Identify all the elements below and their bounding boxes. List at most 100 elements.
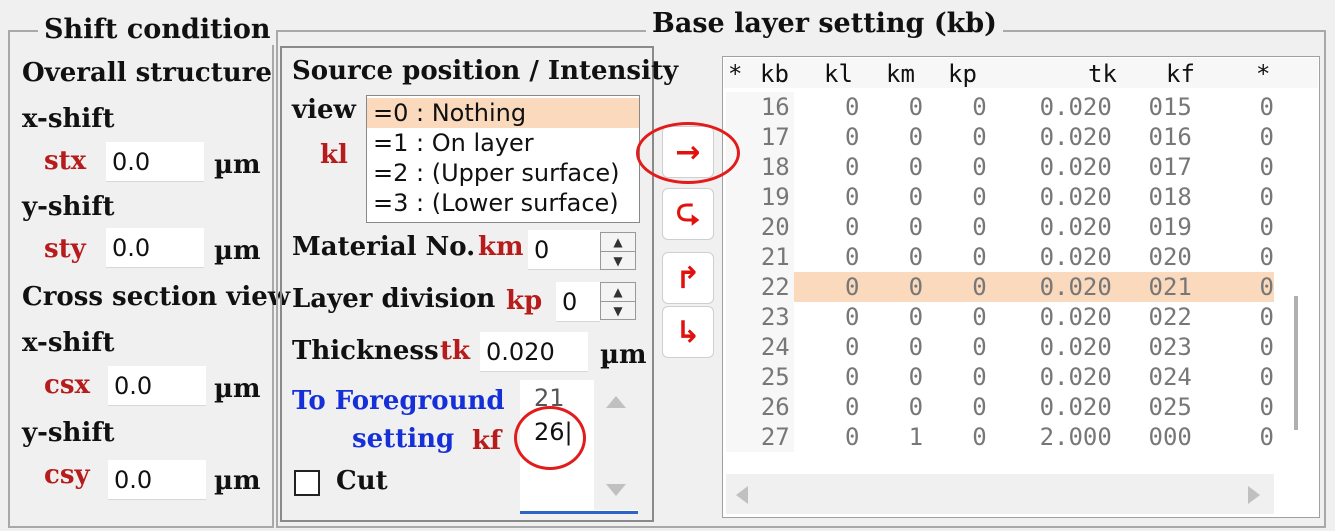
kf-scrollbar[interactable]: [594, 380, 638, 510]
kp-spinner[interactable]: ▲ ▼: [600, 282, 636, 320]
sty-input[interactable]: 0.0: [106, 228, 204, 268]
cell-flag: 0: [1259, 393, 1274, 421]
cell-kf: 019: [1148, 213, 1192, 241]
column-header[interactable]: *: [1256, 60, 1270, 88]
csy-input[interactable]: 0.0: [108, 460, 206, 500]
table-row[interactable]: 16 0 0 0 0.020 015 0: [726, 92, 1274, 122]
stx-input[interactable]: 0.0: [106, 142, 204, 182]
csx-input[interactable]: 0.0: [108, 366, 206, 406]
cell-kb: 17: [726, 122, 794, 152]
column-header[interactable]: tk: [1088, 60, 1117, 88]
cell-kp: 0: [972, 393, 987, 421]
table-row[interactable]: 18 0 0 0 0.020 017 0: [726, 152, 1274, 182]
km-spinner[interactable]: ▲ ▼: [600, 232, 636, 270]
cell-kp: 0: [972, 303, 987, 331]
cell-flag: 0: [1259, 123, 1274, 151]
cell-tk: 0.020: [1039, 243, 1112, 271]
column-header[interactable]: kl: [824, 60, 853, 88]
cell-kb: 24: [726, 332, 794, 362]
cell-km: 0: [908, 303, 924, 331]
cell-kb: 19: [726, 182, 794, 212]
cell-kf: 022: [1148, 303, 1192, 331]
spin-up-icon[interactable]: ▲: [601, 283, 635, 302]
cell-km: 0: [908, 333, 924, 361]
spin-down-icon[interactable]: ▼: [601, 252, 635, 270]
sty-unit: µm: [214, 236, 261, 266]
cell-kf: 023: [1148, 333, 1192, 361]
cell-tk: 0.020: [1039, 303, 1112, 331]
column-header[interactable]: kf: [1166, 60, 1195, 88]
scroll-left-icon[interactable]: [736, 486, 748, 504]
cell-flag: 0: [1259, 273, 1274, 301]
apply-arrow-button[interactable]: →: [662, 126, 714, 178]
table-row[interactable]: 20 0 0 0 0.020 019 0: [726, 212, 1274, 242]
column-header[interactable]: *: [728, 60, 742, 88]
table-row[interactable]: 17 0 0 0 0.020 016 0: [726, 122, 1274, 152]
kf-textarea[interactable]: 21 26|: [520, 380, 638, 514]
cell-km: 1: [908, 423, 924, 451]
cell-kf: 015: [1148, 93, 1192, 121]
return-button[interactable]: ⮎: [662, 188, 714, 240]
table-row[interactable]: 21 0 0 0 0.020 020 0: [726, 242, 1274, 272]
cross-section-heading: Cross section view: [22, 282, 291, 312]
table-row[interactable]: 26 0 0 0 0.020 025 0: [726, 392, 1274, 422]
source-title: Source position / Intensity: [292, 56, 679, 86]
cell-kp: 0: [972, 273, 987, 301]
cell-tk: 2.000: [1039, 423, 1112, 451]
cell-kp: 0: [972, 333, 987, 361]
table-hscroll[interactable]: [726, 474, 1274, 514]
spin-down-icon[interactable]: ▼: [601, 302, 635, 320]
csy-unit: µm: [214, 466, 261, 496]
table-row[interactable]: 22 0 0 0 0.020 021 0: [726, 272, 1274, 302]
view-option[interactable]: =0 : Nothing: [367, 98, 639, 128]
cell-tk: 0.020: [1039, 153, 1112, 181]
tk-input[interactable]: 0.020: [480, 332, 588, 372]
foreground-label-2: setting: [352, 424, 455, 454]
cell-kl: 0: [844, 273, 860, 301]
column-header[interactable]: kb: [760, 60, 789, 88]
scroll-up-icon[interactable]: [606, 396, 626, 408]
view-option[interactable]: =2 : (Upper surface): [367, 158, 639, 188]
cell-kl: 0: [844, 243, 860, 271]
cell-tk: 0.020: [1039, 123, 1112, 151]
cell-flag: 0: [1259, 423, 1274, 451]
spin-up-icon[interactable]: ▲: [601, 233, 635, 252]
cell-km: 0: [908, 243, 924, 271]
column-header[interactable]: km: [886, 60, 915, 88]
view-option[interactable]: =3 : (Lower surface): [367, 188, 639, 218]
base-layer-title: Base layer setting (kb): [646, 8, 1003, 39]
scroll-down-icon[interactable]: [606, 484, 626, 496]
cell-kp: 0: [972, 183, 987, 211]
km-input[interactable]: 0: [528, 230, 600, 270]
column-header[interactable]: kp: [948, 60, 977, 88]
table-body[interactable]: 16 0 0 0 0.020 015 0 17 0 0 0 0.020 016 0 18 0 0 0 0.020 01…: [726, 92, 1274, 452]
table-row[interactable]: 19 0 0 0 0.020 018 0: [726, 182, 1274, 212]
table-vscroll-thumb[interactable]: [1294, 296, 1298, 430]
foreground-label: To Foreground: [292, 386, 505, 416]
x-shift-label: x-shift: [22, 104, 115, 134]
cell-kf: 024: [1148, 363, 1192, 391]
x-shift-cs-label: x-shift: [22, 328, 115, 358]
layer-grid[interactable]: 16 0 0 0 0.020 015 0 17 0 0 0 0.020 016 0 18 0 0 0 0.020 01…: [726, 92, 1274, 452]
cut-checkbox[interactable]: [294, 470, 320, 496]
view-option[interactable]: =1 : On layer: [367, 128, 639, 158]
cell-kp: 0: [972, 93, 987, 121]
table-header: [724, 58, 1318, 88]
view-listbox[interactable]: =0 : Nothing =1 : On layer =2 : (Upper s…: [366, 95, 640, 223]
scroll-right-icon[interactable]: [1248, 486, 1260, 504]
table-row[interactable]: 24 0 0 0 0.020 023 0: [726, 332, 1274, 362]
cell-kb: 18: [726, 152, 794, 182]
cell-kf: 018: [1148, 183, 1192, 211]
cell-kb: 16: [726, 92, 794, 122]
cell-kl: 0: [844, 213, 860, 241]
kp-label: kp: [506, 286, 543, 316]
cell-kl: 0: [844, 363, 860, 391]
cell-km: 0: [908, 123, 924, 151]
kp-input[interactable]: 0: [556, 282, 600, 322]
move-up-button[interactable]: ↱: [662, 252, 714, 304]
cell-flag: 0: [1259, 213, 1274, 241]
move-down-button[interactable]: ↳: [662, 306, 714, 358]
table-row[interactable]: 27 0 1 0 2.000 000 0: [726, 422, 1274, 452]
table-row[interactable]: 23 0 0 0 0.020 022 0: [726, 302, 1274, 332]
table-row[interactable]: 25 0 0 0 0.020 024 0: [726, 362, 1274, 392]
